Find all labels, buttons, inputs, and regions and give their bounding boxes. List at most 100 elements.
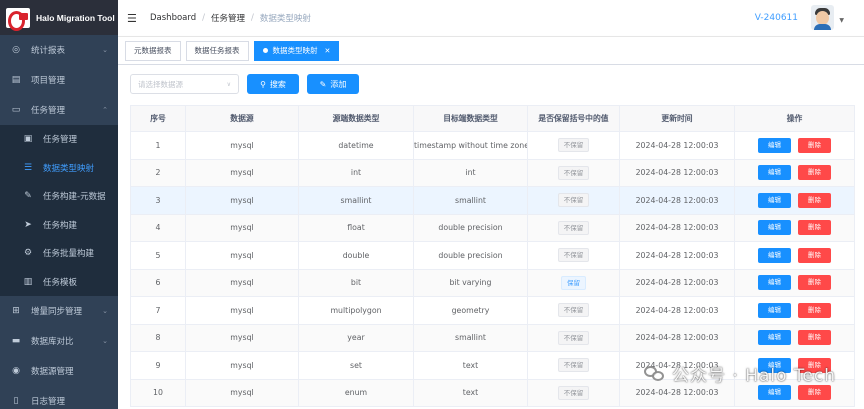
list-icon: ☰ <box>23 162 33 173</box>
status-badge: 不保留 <box>557 385 590 400</box>
status-badge: 不保留 <box>557 248 590 263</box>
sidebar-item-label: 任务管理 <box>43 135 78 146</box>
cell-actions: 编辑 删除 <box>734 214 855 242</box>
delete-button[interactable]: 删除 <box>798 247 831 263</box>
table-cell: mysql <box>185 379 299 407</box>
delete-button[interactable]: 删除 <box>798 330 831 346</box>
edit-icon: ✎ <box>319 79 327 89</box>
brand[interactable]: Halo Migration Tool <box>0 0 118 35</box>
cell-keep-brackets: 不保留 <box>527 241 620 270</box>
sidebar-subitem-batch-build[interactable]: ⚙ 任务批量构建 <box>0 239 118 268</box>
table-cell: 2024-04-28 12:00:03 <box>619 241 735 270</box>
close-icon[interactable]: ✕ <box>325 47 331 55</box>
table-row: 3 mysql smallint smallint 不保留 2024-04-28 12:0… <box>130 186 855 215</box>
status-badge: 不保留 <box>557 220 590 235</box>
breadcrumb-separator: / <box>251 13 254 23</box>
chevron-down-icon: ∨ <box>226 80 231 88</box>
edit-button[interactable]: 编辑 <box>758 330 791 346</box>
sidebar-item-db-compare[interactable]: ▬ 数据库对比 ⌄ <box>0 326 118 356</box>
sidebar-item-label: 日志管理 <box>31 397 66 407</box>
sidebar-item-projects[interactable]: ▤ 项目管理 <box>0 65 118 95</box>
toolbar: 请选择数据源 ∨ ⚲ 搜索 ✎ 添加 <box>130 74 359 94</box>
avatar[interactable] <box>811 5 834 30</box>
sidebar-subitem-task-build-meta[interactable]: ✎ 任务构建-元数据 <box>0 182 118 211</box>
edit-button[interactable]: 编辑 <box>758 137 791 153</box>
table-cell: mysql <box>185 159 299 187</box>
sidebar-item-incremental-sync[interactable]: ⊞ 增量同步管理 ⌄ <box>0 296 118 326</box>
search-button[interactable]: ⚲ 搜索 <box>247 74 299 94</box>
datasource-select[interactable]: 请选择数据源 ∨ <box>130 74 239 94</box>
chevron-down-icon: ⌄ <box>102 307 108 315</box>
status-badge: 保留 <box>561 275 586 290</box>
table-row: 7 mysql multipolygon geometry 不保留 2024-04-28 … <box>130 296 855 325</box>
table-cell: smallint <box>413 324 528 352</box>
edit-button[interactable]: 编辑 <box>758 192 791 208</box>
table-cell: mysql <box>185 131 299 160</box>
column-header: 更新时间 <box>619 105 735 132</box>
column-header: 源端数据类型 <box>298 105 414 132</box>
tag-metadata-report[interactable]: 元数据报表 <box>125 40 181 61</box>
monitor-icon: ▭ <box>11 105 21 115</box>
sidebar-item-logs[interactable]: ▯ 日志管理 <box>0 386 118 409</box>
chevron-up-icon: ⌃ <box>102 106 108 114</box>
tag-type-mapping[interactable]: 数据类型映射 ✕ <box>253 40 340 61</box>
edit-button[interactable]: 编辑 <box>758 302 791 318</box>
table-row: 5 mysql double double precision 不保留 2024-04-2… <box>130 241 855 270</box>
delete-button[interactable]: 删除 <box>798 192 831 208</box>
sidebar-item-tasks[interactable]: ▭ 任务管理 ⌃ <box>0 95 118 125</box>
document-icon: ▯ <box>13 396 19 406</box>
delete-button[interactable]: 删除 <box>798 220 831 236</box>
edit-button[interactable]: 编辑 <box>758 385 791 401</box>
delete-button[interactable]: 删除 <box>798 137 831 153</box>
edit-button[interactable]: 编辑 <box>758 220 791 236</box>
sidebar-item-label: 增量同步管理 <box>31 307 83 317</box>
delete-button[interactable]: 删除 <box>798 165 831 181</box>
sidebar-subitem-task-template[interactable]: ▥ 任务模板 <box>0 268 118 297</box>
table-cell: bit <box>298 269 414 297</box>
add-button-label: 添加 <box>330 79 347 89</box>
tags-view: 元数据报表 数据任务报表 数据类型映射 ✕ <box>118 36 864 65</box>
edit-button[interactable]: 编辑 <box>758 275 791 291</box>
database-icon: ▤ <box>11 75 21 85</box>
delete-button[interactable]: 删除 <box>798 385 831 401</box>
table-row: 2 mysql int int 不保留 2024-04-28 12:00:03 编辑 删除 <box>130 159 855 187</box>
delete-button[interactable]: 删除 <box>798 275 831 291</box>
sidebar-subitem-type-mapping[interactable]: ☰ 数据类型映射 <box>0 154 118 183</box>
gear-icon: ⚙ <box>23 248 33 259</box>
sidebar-subitem-task-manage[interactable]: ▣ 任务管理 <box>0 125 118 154</box>
search-button-label: 搜索 <box>269 79 286 89</box>
table-row: 8 mysql year smallint 不保留 2024-04-28 12:00:03… <box>130 324 855 352</box>
edit-button[interactable]: 编辑 <box>758 165 791 181</box>
table-cell: 3 <box>130 186 186 215</box>
table-cell: mysql <box>185 214 299 242</box>
table-cell: set <box>298 351 414 380</box>
search-icon: ⚲ <box>260 79 266 89</box>
send-icon: ➤ <box>24 219 32 230</box>
folder-icon: ▬ <box>11 336 21 346</box>
caret-down-icon[interactable]: ▼ <box>839 17 844 24</box>
breadcrumb-item[interactable]: 任务管理 <box>211 12 245 24</box>
column-header: 操作 <box>734 105 855 132</box>
database-icon: ◉ <box>12 366 20 376</box>
version-label: V-240611 <box>754 13 798 23</box>
edit-button[interactable]: 编辑 <box>758 247 791 263</box>
sidebar-subitem-task-build[interactable]: ➤ 任务构建 <box>0 211 118 240</box>
delete-button[interactable]: 删除 <box>798 302 831 318</box>
sidebar-item-datasource[interactable]: ◉ 数据源管理 <box>0 356 118 386</box>
table-cell: text <box>413 379 528 407</box>
table-cell: 9 <box>130 351 186 380</box>
cell-actions: 编辑 删除 <box>734 186 855 215</box>
tag-task-report[interactable]: 数据任务报表 <box>185 40 249 61</box>
table-cell: mysql <box>185 269 299 297</box>
add-button[interactable]: ✎ 添加 <box>307 74 359 94</box>
table-cell: text <box>413 351 528 380</box>
watermark: 公众号 · Halo Tech <box>643 361 836 386</box>
breadcrumb-item[interactable]: Dashboard <box>150 13 196 23</box>
column-header: 是否保留括号中的值 <box>527 105 620 132</box>
hamburger-icon[interactable]: ☰ <box>127 12 138 25</box>
status-badge: 不保留 <box>557 193 590 208</box>
table-cell: mysql <box>185 241 299 270</box>
main-content: 请选择数据源 ∨ ⚲ 搜索 ✎ 添加 序号 数据源 源端数据类型 目标端数据类型… <box>118 65 864 409</box>
column-header: 数据源 <box>185 105 299 132</box>
sidebar-item-reports[interactable]: ◎ 统计报表 ⌄ <box>0 35 118 65</box>
